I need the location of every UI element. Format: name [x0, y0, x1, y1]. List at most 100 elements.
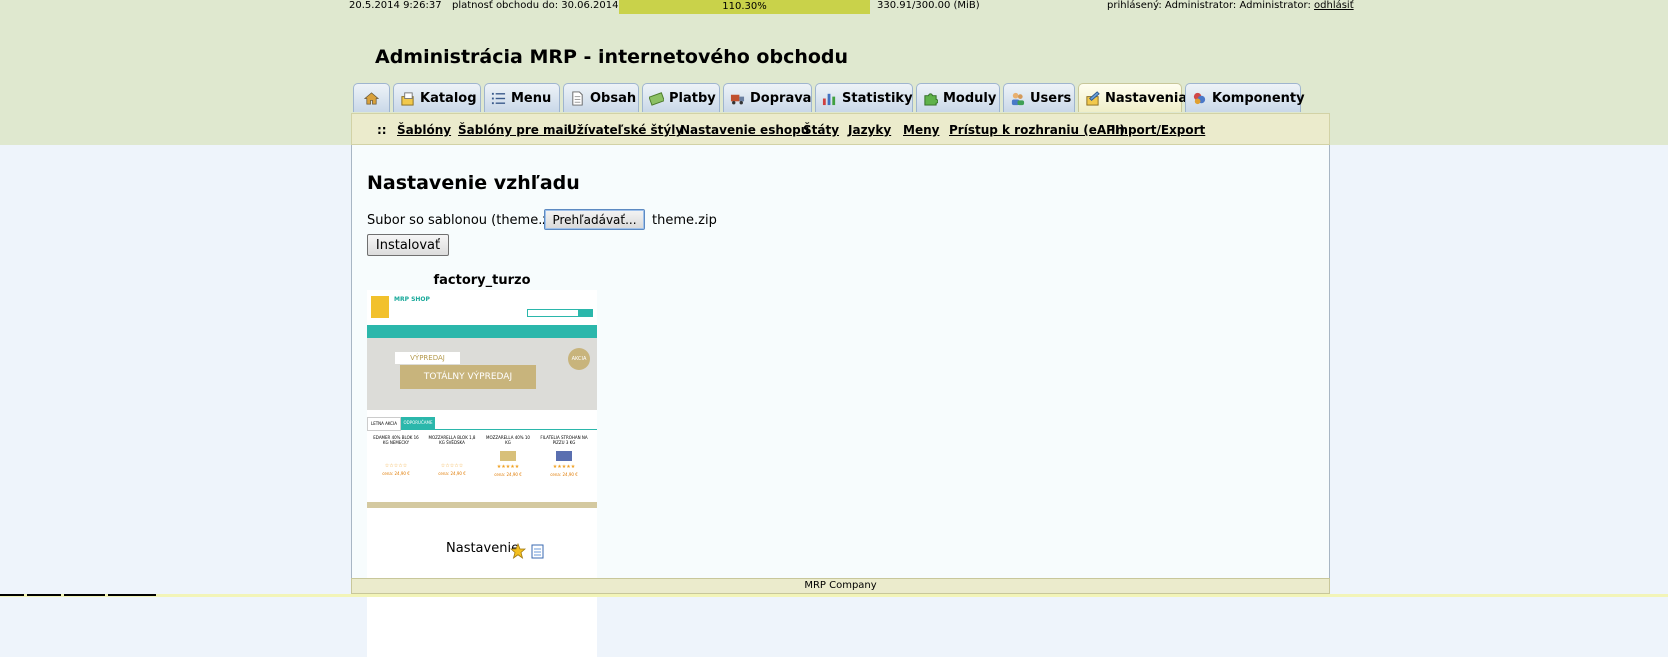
- tab-moduly[interactable]: Moduly: [916, 83, 1000, 112]
- storage-progress: 110.30%: [619, 0, 870, 14]
- star-icon[interactable]: [510, 543, 526, 559]
- tab-doprava[interactable]: Doprava: [723, 83, 812, 112]
- tab-label: Katalog: [420, 91, 477, 106]
- main-content: Nastavenie vzhľadu Subor so sablonou (th…: [351, 145, 1330, 657]
- preview-product-price: cena: 24,90 €: [550, 472, 578, 477]
- puzzle-icon: [924, 93, 938, 106]
- tab-label: Obsah: [590, 91, 637, 106]
- preview-search: [527, 309, 579, 317]
- preview-product-price: cena: 24,90 €: [382, 471, 410, 476]
- preview-products: EDAMER 40% BLOK 16 KG NEMECKY ☆☆☆☆☆ cena…: [367, 435, 597, 495]
- preview-product: MOZZARELLA 40% 10 KG ★★★★★ cena: 24,90 €: [483, 435, 533, 477]
- rating-stars-icon: ★★★★★: [552, 464, 576, 470]
- rating-stars-icon: ★★★★★: [496, 464, 520, 470]
- submenu-meny[interactable]: Meny: [903, 123, 939, 137]
- theme-preview-thumbnail[interactable]: MRP SHOP VÝPREDAJ TOTÁLNY VÝPREDAJ AKCIA…: [367, 290, 597, 657]
- tab-users[interactable]: Users: [1003, 83, 1075, 112]
- preview-header: MRP SHOP: [367, 290, 597, 325]
- preview-product: FILATELIA STROHAN NA PIZZU 3 KG ★★★★★ ce…: [539, 435, 589, 477]
- components-icon: [1193, 92, 1206, 105]
- storage-text: 330.91/300.00 (MiB): [877, 0, 980, 11]
- selected-file-name: theme.zip: [652, 213, 717, 228]
- submenu-sablony-mail[interactable]: Šablóny pre mail: [458, 123, 572, 137]
- preview-shop-name: MRP SHOP: [394, 296, 430, 303]
- preview-tabs: LETNA AKCIA ODPORUČAME: [367, 417, 597, 431]
- preview-badge: AKCIA: [568, 348, 590, 370]
- theme-name: factory_turzo: [433, 273, 531, 288]
- tab-menu[interactable]: Menu: [484, 83, 560, 112]
- edit-icon[interactable]: [530, 543, 546, 559]
- tab-home[interactable]: [353, 83, 390, 112]
- user-label: prihlásený: Administrator: Administrator…: [1107, 0, 1311, 11]
- logout-link[interactable]: odhlásiť: [1314, 0, 1354, 11]
- tab-label: Komponenty: [1212, 91, 1305, 106]
- preview-nav: [367, 325, 597, 338]
- preview-product-name: MOZZARELLA 40% 10 KG: [486, 435, 530, 445]
- preview-banner-big: TOTÁLNY VÝPREDAJ: [400, 365, 536, 389]
- bar-chart-icon: [822, 93, 836, 106]
- tab-komponenty[interactable]: Komponenty: [1185, 83, 1305, 112]
- preview-banner: VÝPREDAJ TOTÁLNY VÝPREDAJ AKCIA: [367, 338, 597, 410]
- preview-footer: [367, 502, 597, 508]
- preview-product-price: cena: 24,90 €: [494, 472, 522, 477]
- submenu: :: Šablóny Šablóny pre mail Užívateľské …: [351, 113, 1330, 145]
- preview-product-image: [500, 451, 516, 461]
- validity-text: platnosť obchodu do: 30.06.2014: [452, 0, 619, 11]
- status-bar: 20.5.2014 9:26:37 platnosť obchodu do: 3…: [0, 0, 1668, 14]
- rating-stars-icon: ☆☆☆☆☆: [440, 463, 464, 469]
- admin-title: Administrácia MRP - internetového obchod…: [375, 46, 849, 68]
- submenu-pristup-eapi[interactable]: Prístup k rozhraniu (eAPI): [949, 123, 1125, 137]
- submenu-nastavenie-eshopu[interactable]: Nastavenie eshopu: [680, 123, 809, 137]
- page-title: Nastavenie vzhľadu: [367, 172, 580, 194]
- preview-tab-2: ODPORUČAME: [401, 417, 435, 429]
- file-label: Subor so sablonou (theme.zip):: [367, 213, 571, 228]
- list-icon: [491, 92, 506, 105]
- home-icon: [364, 92, 379, 105]
- payment-icon: [649, 92, 664, 106]
- taskbar-segment: [27, 594, 61, 596]
- tab-statistiky[interactable]: Statistiky: [815, 83, 913, 112]
- tab-label: Menu: [511, 91, 552, 106]
- tab-obsah[interactable]: Obsah: [563, 83, 639, 112]
- user-info: prihlásený: Administrator: Administrator…: [1107, 0, 1354, 11]
- submenu-separator: ::: [377, 123, 387, 137]
- theme-settings-label: Nastavenie: [446, 541, 520, 556]
- submenu-sablony[interactable]: Šablóny: [397, 123, 451, 137]
- submenu-uzivatelske-styly[interactable]: Užívateľské štýly: [567, 123, 683, 137]
- tab-label: Doprava: [750, 91, 812, 106]
- tab-platby[interactable]: Platby: [642, 83, 720, 112]
- browse-button[interactable]: Prehľadávať...: [544, 209, 645, 230]
- preview-product-image: [556, 451, 572, 461]
- tab-katalog[interactable]: Katalog: [393, 83, 481, 112]
- tab-label: Platby: [669, 91, 716, 106]
- catalog-icon: [401, 92, 414, 106]
- datetime: 20.5.2014 9:26:37: [349, 0, 442, 11]
- preview-logo: [371, 296, 389, 318]
- submenu-staty[interactable]: Štáty: [803, 123, 839, 137]
- preview-product-name: MOZZARELLA BLOK 1,8 KG ŠVÉDSKA: [428, 435, 476, 445]
- preview-product: MOZZARELLA BLOK 1,8 KG ŠVÉDSKA ☆☆☆☆☆ cen…: [427, 435, 477, 476]
- preview-product-name: EDAMER 40% BLOK 16 KG NEMECKY: [373, 435, 419, 445]
- truck-icon: [730, 94, 745, 105]
- install-button[interactable]: Instalovať: [367, 234, 449, 256]
- footer: MRP Company: [351, 578, 1330, 594]
- users-icon: [1011, 92, 1025, 106]
- tab-nastavenia[interactable]: Nastavenia: [1078, 83, 1187, 112]
- taskbar-segment: [0, 594, 24, 596]
- settings-icon: [1086, 91, 1100, 106]
- preview-product-name: FILATELIA STROHAN NA PIZZU 3 KG: [540, 435, 588, 445]
- tab-label: Users: [1030, 91, 1072, 106]
- tab-label: Nastavenia: [1105, 91, 1188, 106]
- submenu-jazyky[interactable]: Jazyky: [848, 123, 891, 137]
- tab-label: Moduly: [943, 91, 997, 106]
- rating-stars-icon: ☆☆☆☆☆: [384, 463, 408, 469]
- tab-label: Statistiky: [842, 91, 913, 106]
- preview-product: EDAMER 40% BLOK 16 KG NEMECKY ☆☆☆☆☆ cena…: [371, 435, 421, 476]
- preview-tab-1: LETNA AKCIA: [367, 417, 401, 431]
- preview-banner-small: VÝPREDAJ: [395, 352, 460, 364]
- taskbar-segment: [108, 594, 156, 596]
- document-icon: [572, 91, 583, 106]
- taskbar-segment: [64, 594, 105, 596]
- submenu-import-export[interactable]: Import/Export: [1111, 123, 1205, 137]
- preview-search-button: [579, 309, 593, 317]
